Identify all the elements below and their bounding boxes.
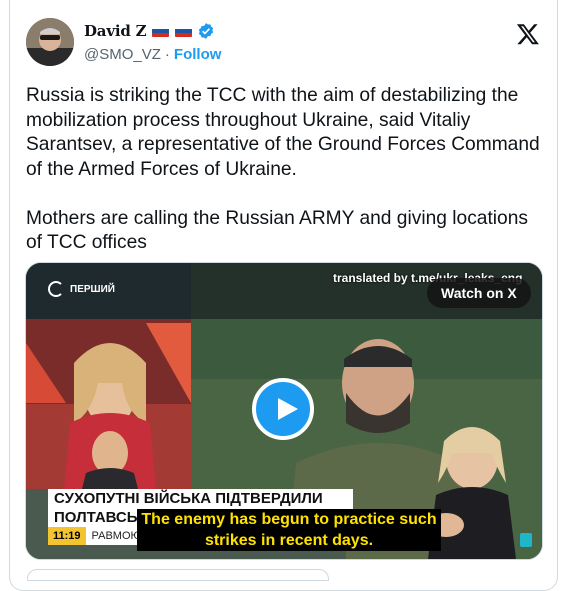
channel-name: ПЕРШИЙ [70, 283, 115, 295]
channel-corner-icon [520, 533, 532, 547]
separator-dot: · [164, 46, 170, 63]
play-icon[interactable] [252, 378, 314, 440]
russian-flag-icon [175, 25, 193, 37]
display-name[interactable]: David Z [84, 22, 147, 40]
tweet-text: Russia is striking the TCC with the aim … [26, 85, 540, 253]
handle[interactable]: @SMO_VZ [84, 46, 161, 63]
next-element-edge [27, 569, 329, 581]
follow-button[interactable]: Follow [174, 46, 222, 63]
avatar[interactable] [26, 18, 74, 66]
author-name-row: David Z [84, 22, 215, 40]
video-subtitle: The enemy has begun to practice such str… [137, 509, 441, 551]
channel-logo: ПЕРШИЙ [48, 281, 115, 297]
handle-row: @SMO_VZ · Follow [84, 46, 221, 63]
watch-on-x-button[interactable]: Watch on X [427, 278, 531, 308]
russian-flag-icon [152, 25, 170, 37]
video-player[interactable]: translated by t.me/ukr_leaks_eng Watch o… [25, 262, 543, 560]
channel-mark-icon [48, 281, 64, 297]
x-logo-icon[interactable] [516, 22, 540, 46]
verified-badge-icon [197, 22, 215, 40]
ticker-text: РАВМОЮ. [91, 530, 145, 542]
broadcast-clock: 11:19 [48, 527, 86, 545]
